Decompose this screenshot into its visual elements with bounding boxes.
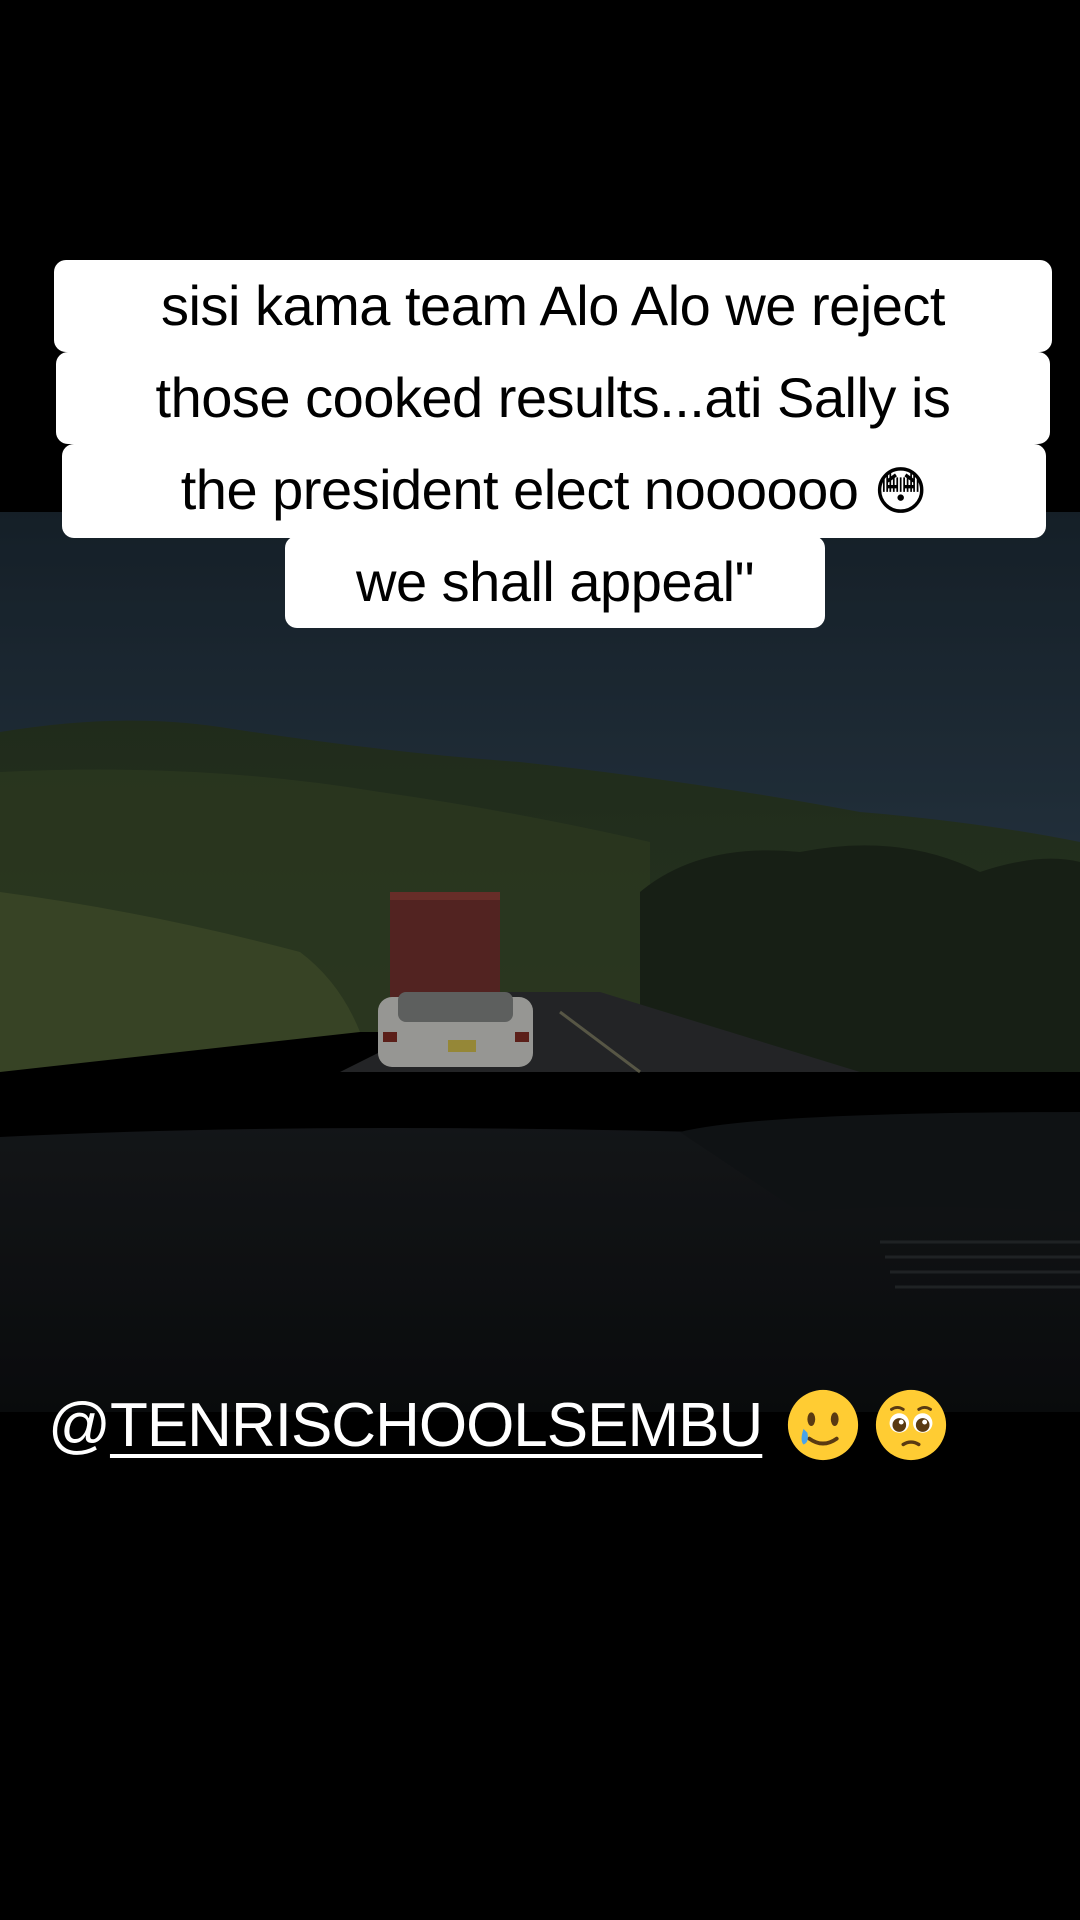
smiling-face-with-tear-icon — [788, 1389, 859, 1461]
caption-line-4: we shall appeal" — [285, 536, 825, 628]
pleading-face-icon — [876, 1389, 947, 1461]
caption-line-1: sisi kama team Alo Alo we reject — [54, 260, 1052, 352]
video-frame: sisi kama team Alo Alo we reject those c… — [0, 0, 1080, 1920]
caption-line-2: those cooked results...ati Sally is — [56, 352, 1050, 444]
caption-line-3: the president elect noooooo 😳 — [62, 444, 1046, 538]
mention-at-symbol: @ — [48, 1390, 111, 1460]
video-scene[interactable] — [0, 512, 1080, 1412]
mention-row: @ TENRISCHOOLSEMBU — [48, 1380, 950, 1470]
mention-handle-link[interactable]: TENRISCHOOLSEMBU — [110, 1390, 763, 1461]
road-scene-image — [0, 512, 1080, 1412]
flushed-face-icon: 😳 — [873, 463, 928, 521]
mention-emojis — [784, 1386, 950, 1464]
